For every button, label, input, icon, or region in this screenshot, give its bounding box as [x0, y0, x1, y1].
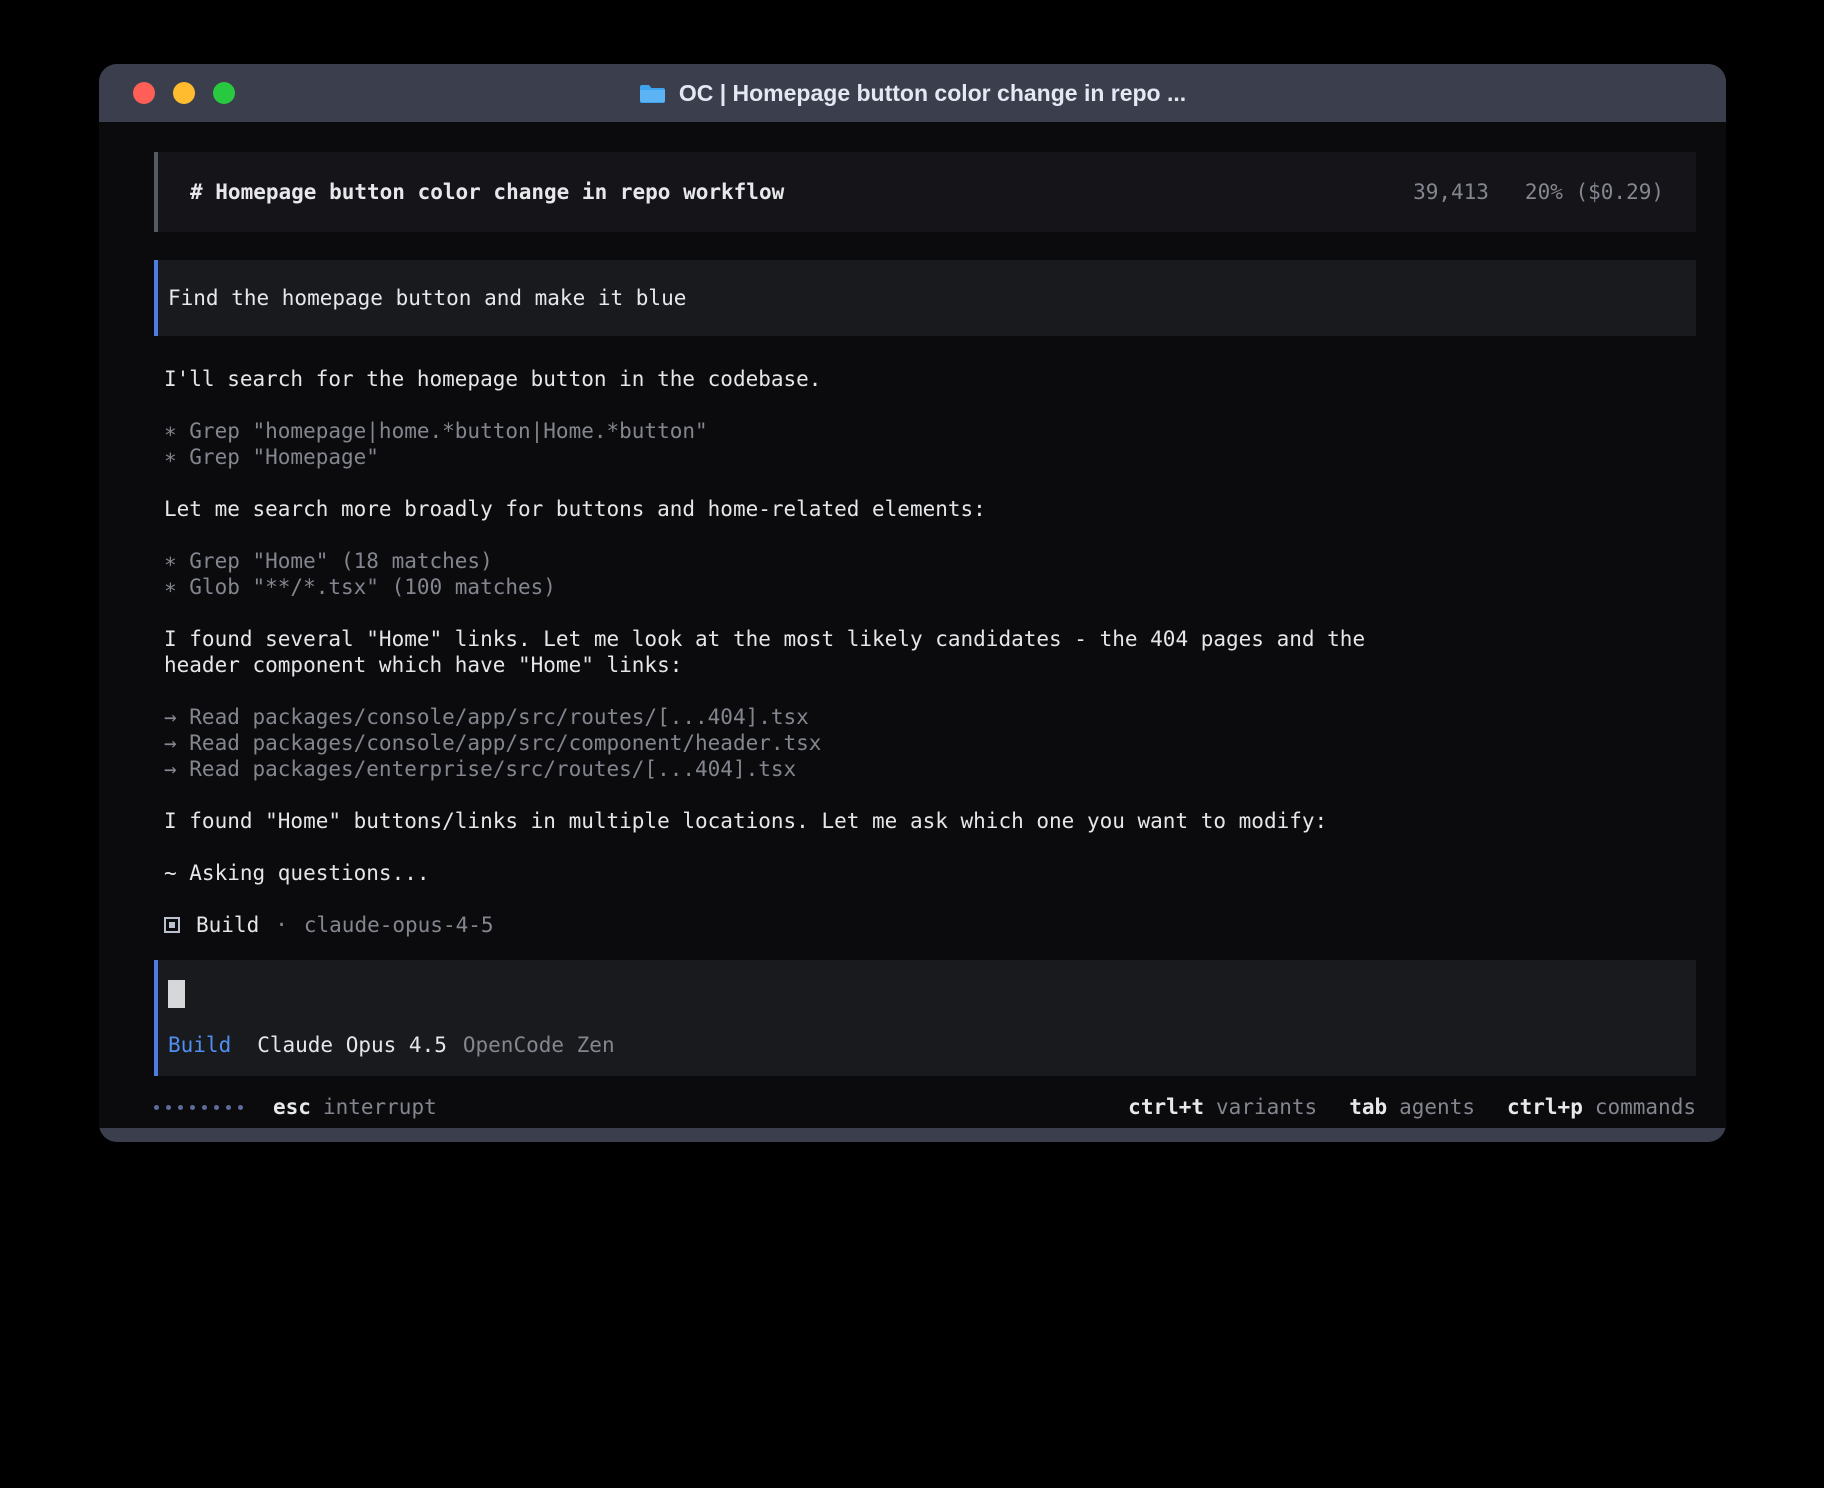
build-agent-icon: [164, 917, 180, 933]
shortcut-label: commands: [1595, 1094, 1696, 1120]
transcript-line: I found "Home" buttons/links in multiple…: [164, 808, 1404, 834]
agent-name: Build: [196, 912, 259, 938]
token-count: 39,413: [1413, 179, 1489, 205]
shortcut-key: tab: [1349, 1094, 1387, 1120]
transcript-line: ~ Asking questions...: [164, 860, 1404, 886]
tool-call-line: ∗ Grep "Homepage": [164, 444, 1404, 470]
separator-dot: ·: [275, 912, 288, 938]
minimize-button[interactable]: [173, 82, 195, 104]
transcript-line: Let me search more broadly for buttons a…: [164, 496, 1404, 522]
folder-icon: [639, 83, 666, 104]
transcript-line: I found several "Home" links. Let me loo…: [164, 626, 1404, 678]
user-message-text: Find the homepage button and make it blu…: [168, 285, 686, 311]
shortcut-key: ctrl+t: [1128, 1094, 1204, 1120]
model-name: Claude Opus 4.5: [257, 1032, 447, 1058]
text-cursor: [168, 980, 185, 1008]
context-usage: 20% ($0.29): [1525, 179, 1664, 205]
close-button[interactable]: [133, 82, 155, 104]
status-bar-right: ctrl+t variants tab agents ctrl+p comman…: [1128, 1094, 1696, 1120]
shortcut-label: agents: [1399, 1094, 1475, 1120]
assistant-transcript: I'll search for the homepage button in t…: [164, 366, 1404, 912]
terminal-screen: # Homepage button color change in repo w…: [99, 122, 1726, 1128]
tool-call-group: ∗ Grep "homepage|home.*button|Home.*butt…: [164, 418, 1404, 470]
shortcut-commands: ctrl+p commands: [1507, 1094, 1696, 1120]
session-header: # Homepage button color change in repo w…: [154, 152, 1696, 232]
assistant-paragraph: ~ Asking questions...: [164, 860, 1404, 886]
tool-call-group: ∗ Grep "Home" (18 matches) ∗ Glob "**/*.…: [164, 548, 1404, 600]
window-title: OC | Homepage button color change in rep…: [679, 80, 1186, 107]
shortcut-key: esc: [273, 1094, 311, 1120]
session-content: # Homepage button color change in repo w…: [99, 122, 1726, 1128]
shortcut-key: ctrl+p: [1507, 1094, 1583, 1120]
session-stats: 39,413 20% ($0.29): [1413, 179, 1664, 205]
assistant-paragraph: I found several "Home" links. Let me loo…: [164, 626, 1404, 678]
assistant-paragraph: Let me search more broadly for buttons a…: [164, 496, 1404, 522]
terminal-window: OC | Homepage button color change in rep…: [99, 64, 1726, 1142]
transcript-line: I'll search for the homepage button in t…: [164, 366, 1404, 392]
assistant-paragraph: I'll search for the homepage button in t…: [164, 366, 1404, 392]
window-titlebar[interactable]: OC | Homepage button color change in rep…: [99, 64, 1726, 122]
status-bar-left: esc interrupt: [154, 1094, 437, 1120]
tool-call-line: → Read packages/enterprise/src/routes/[.…: [164, 756, 1404, 782]
shortcut-variants: ctrl+t variants: [1128, 1094, 1317, 1120]
tool-call-line: ∗ Grep "Home" (18 matches): [164, 548, 1404, 574]
agent-selector[interactable]: Build: [168, 1032, 231, 1058]
tool-call-line: → Read packages/console/app/src/routes/[…: [164, 704, 1404, 730]
agent-status-row: Build · claude-opus-4-5: [164, 912, 1696, 938]
tool-call-group: → Read packages/console/app/src/routes/[…: [164, 704, 1404, 782]
shortcut-agents: tab agents: [1349, 1094, 1475, 1120]
tool-call-line: ∗ Grep "homepage|home.*button|Home.*butt…: [164, 418, 1404, 444]
tool-call-line: → Read packages/console/app/src/componen…: [164, 730, 1404, 756]
zoom-button[interactable]: [213, 82, 235, 104]
model-provider: OpenCode Zen: [463, 1032, 615, 1058]
prompt-input[interactable]: Build Claude Opus 4.5 OpenCode Zen: [154, 960, 1696, 1076]
user-message: Find the homepage button and make it blu…: [154, 260, 1696, 336]
session-title: # Homepage button color change in repo w…: [190, 179, 784, 205]
titlebar-center: OC | Homepage button color change in rep…: [639, 80, 1186, 107]
traffic-lights: [133, 82, 235, 104]
agent-model: claude-opus-4-5: [304, 912, 494, 938]
status-bar: esc interrupt ctrl+t variants tab agents…: [154, 1094, 1696, 1120]
shortcut-label: variants: [1216, 1094, 1317, 1120]
assistant-paragraph: I found "Home" buttons/links in multiple…: [164, 808, 1404, 834]
input-status-line: Build Claude Opus 4.5 OpenCode Zen: [168, 1032, 1672, 1058]
shortcut-label: interrupt: [323, 1094, 437, 1120]
tool-call-line: ∗ Glob "**/*.tsx" (100 matches): [164, 574, 1404, 600]
shortcut-interrupt: esc interrupt: [273, 1094, 437, 1120]
spinner-dots: [154, 1105, 243, 1110]
